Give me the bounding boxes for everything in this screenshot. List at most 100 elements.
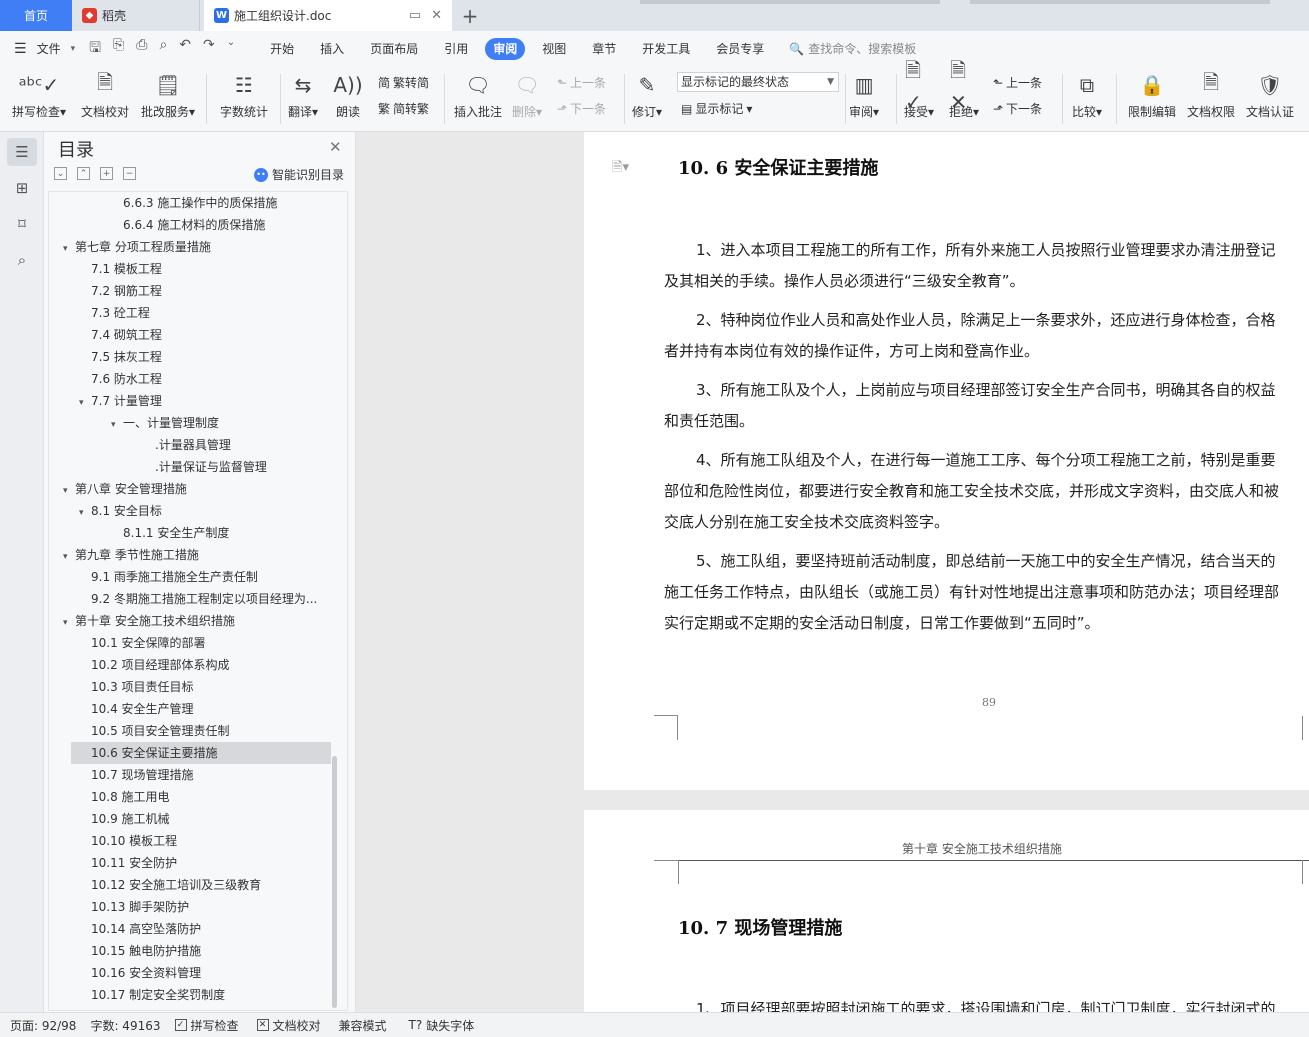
toc-item[interactable]: 7.2 钢筋工程 <box>49 280 331 302</box>
trad-to-simp-button[interactable]: 简繁转简 <box>378 74 429 91</box>
toc-item[interactable]: 7.3 砼工程 <box>49 302 331 324</box>
insert-comment-button[interactable]: 🗨 插入批注 <box>454 70 502 120</box>
chevron-down-icon[interactable]: ▾ <box>63 612 75 632</box>
menu-item-7[interactable]: 开发工具 <box>629 38 703 60</box>
bookmark-icon[interactable]: ⌑ <box>7 210 37 238</box>
menu-item-5[interactable]: 视图 <box>529 38 579 60</box>
tab-home[interactable]: 首页 <box>0 0 72 31</box>
chevron-down-icon[interactable]: ▾ <box>79 502 91 522</box>
word-count-indicator[interactable]: 字数: 49163 <box>90 1017 160 1034</box>
toc-item[interactable]: 10.3 项目责任目标 <box>49 676 331 698</box>
review-pane-button[interactable]: ▥ 审阅▾ <box>849 70 879 120</box>
word-count-button[interactable]: ☷ 字数统计 <box>220 70 268 120</box>
track-changes-button[interactable]: ✎ 修订▾ <box>632 70 662 120</box>
doc-permission-button[interactable]: 🗎 文档权限 <box>1187 70 1235 120</box>
next-change-button[interactable]: ⬏ 下一条 <box>993 100 1042 117</box>
toc-item[interactable]: ▾ 第十章 安全施工技术组织措施 <box>49 610 331 632</box>
chevron-down-icon[interactable]: ▾ <box>63 546 75 566</box>
toc-item[interactable]: 10.15 触电防护措施 <box>49 940 331 962</box>
page-indicator[interactable]: 页面: 92/98 <box>10 1017 76 1034</box>
toc-item[interactable]: .计量器具管理 <box>49 434 331 456</box>
toc-item[interactable]: 10.10 模板工程 <box>49 830 331 852</box>
page-options-icon[interactable]: 🗎▾ <box>612 158 629 180</box>
chevron-down-icon[interactable]: ▾ <box>79 392 91 412</box>
menu-item-3[interactable]: 引用 <box>431 38 481 60</box>
tab-document[interactable]: W 施工组织设计.doc ▭ ✕ <box>204 0 452 31</box>
toc-item[interactable]: 10.11 安全防护 <box>49 852 331 874</box>
toc-item[interactable]: ▾ 第八章 安全管理措施 <box>49 478 331 500</box>
toc-item[interactable]: 10.17 制定安全奖罚制度 <box>49 984 331 1006</box>
undo-icon[interactable]: ↶ <box>179 37 191 61</box>
toc-item[interactable]: .计量保证与监督管理 <box>49 456 331 478</box>
toc-item[interactable]: 7.1 模板工程 <box>49 258 331 280</box>
menu-item-1[interactable]: 插入 <box>307 38 357 60</box>
accept-button[interactable]: 🗎✓ 接受▾ <box>904 58 934 120</box>
menu-item-6[interactable]: 章节 <box>579 38 629 60</box>
reject-button[interactable]: 🗎✕ 拒绝▾ <box>949 58 979 120</box>
print-preview-icon[interactable]: ⌕ <box>159 37 167 61</box>
missing-font-status[interactable]: T? 缺失字体 <box>409 1017 475 1034</box>
doc-proof-status[interactable]: ✕ 文档校对 <box>256 1017 321 1034</box>
read-aloud-button[interactable]: A)) 朗读 <box>333 70 362 120</box>
next-comment-button[interactable]: ⬏ 下一条 <box>557 100 606 117</box>
command-search[interactable]: 🔍 查找命令、搜索模板 <box>789 40 916 57</box>
file-menu[interactable]: ☰ 文件 ▾ <box>0 40 75 57</box>
toc-item[interactable]: 8.1.1 安全生产制度 <box>49 522 331 544</box>
save-icon[interactable]: 🖫 <box>89 37 101 61</box>
toc-item[interactable]: 7.5 抹灰工程 <box>49 346 331 368</box>
chevron-down-icon[interactable]: ▾ <box>63 480 75 500</box>
toc-item[interactable]: 6.6.4 施工材料的质保措施 <box>49 214 331 236</box>
toc-item[interactable]: ▾ 8.1 安全目标 <box>49 500 331 522</box>
spell-check-status[interactable]: ✓ 拼写检查 <box>174 1017 239 1034</box>
batch-service-button[interactable]: 🗒 批改服务▾ <box>141 70 195 120</box>
toc-item[interactable]: ▾ 一、计量管理制度 <box>49 412 331 434</box>
chevron-down-icon[interactable]: ▾ <box>111 414 123 434</box>
simp-to-trad-button[interactable]: 繁简转繁 <box>378 100 429 117</box>
menu-item-2[interactable]: 页面布局 <box>357 38 431 60</box>
remove-heading-icon[interactable]: − <box>123 167 136 180</box>
toc-item[interactable]: 10.7 现场管理措施 <box>49 764 331 786</box>
search-icon[interactable]: ⌕ <box>7 246 37 274</box>
collapse-all-icon[interactable]: ⌄ <box>54 167 67 180</box>
menu-item-4[interactable]: 审阅 <box>485 37 526 60</box>
toc-scrollbar[interactable] <box>332 756 337 1008</box>
toc-item[interactable]: 9.1 雨季施工措施全生产责任制 <box>49 566 331 588</box>
doc-certify-button[interactable]: 🛡 文档认证 <box>1246 70 1294 120</box>
tab-daoke[interactable]: ◆ 稻壳 <box>72 0 200 31</box>
new-tab-button[interactable]: + <box>452 0 488 31</box>
prev-change-button[interactable]: ⬑ 上一条 <box>993 74 1042 91</box>
smart-toc-button[interactable]: •• 智能识别目录 <box>254 166 344 183</box>
toc-item[interactable]: 10.8 施工用电 <box>49 786 331 808</box>
menu-item-8[interactable]: 会员专享 <box>703 38 777 60</box>
toc-item[interactable]: 10.5 项目安全管理责任制 <box>49 720 331 742</box>
toc-item[interactable]: ▾ 第九章 季节性施工措施 <box>49 544 331 566</box>
markup-state-select[interactable]: 显示标记的最终状态 ▼ <box>677 72 839 92</box>
menu-item-0[interactable]: 开始 <box>257 38 307 60</box>
compare-button[interactable]: ⧉ 比较▾ <box>1072 70 1102 120</box>
close-icon[interactable]: ✕ <box>329 138 342 156</box>
toc-item[interactable]: 10.4 安全生产管理 <box>49 698 331 720</box>
toc-item[interactable]: 10.6 安全保证主要措施 <box>71 742 331 764</box>
toc-item[interactable]: 6.6.3 施工操作中的质保措施 <box>49 192 331 214</box>
translate-button[interactable]: ⇆ 翻译▾ <box>288 70 318 120</box>
toc-item[interactable]: 10.1 安全保障的部署 <box>49 632 331 654</box>
toc-item[interactable]: ▾ 第七章 分项工程质量措施 <box>49 236 331 258</box>
toc-item[interactable]: 7.6 防水工程 <box>49 368 331 390</box>
toc-item[interactable]: 7.4 砌筑工程 <box>49 324 331 346</box>
close-tab-icon[interactable]: ✕ <box>431 8 442 23</box>
customize-icon[interactable]: ⌄ <box>227 37 235 61</box>
redo-icon[interactable]: ↷ <box>203 37 215 61</box>
chapter-nav-icon[interactable]: ⊞ <box>7 174 37 202</box>
toc-item[interactable]: 9.2 冬期施工措施工程制定以项目经理为... <box>49 588 331 610</box>
toc-item[interactable]: 10.2 项目经理部体系构成 <box>49 654 331 676</box>
prev-comment-button[interactable]: ⬑ 上一条 <box>557 74 606 91</box>
chevron-down-icon[interactable]: ▾ <box>63 238 75 258</box>
toc-item[interactable]: 10.16 安全资料管理 <box>49 962 331 984</box>
toc-item[interactable]: 10.12 安全施工培训及三级教育 <box>49 874 331 896</box>
add-heading-icon[interactable]: + <box>100 167 113 180</box>
print-icon[interactable]: ⎙ <box>136 37 147 61</box>
show-markup-button[interactable]: ▤ 显示标记 ▾ <box>681 100 752 117</box>
delete-comment-button[interactable]: 🗨 删除▾ <box>512 70 542 120</box>
toc-panel-icon[interactable]: ☰ <box>7 138 37 166</box>
doc-proof-button[interactable]: 🗎 文档校对 <box>81 70 129 120</box>
